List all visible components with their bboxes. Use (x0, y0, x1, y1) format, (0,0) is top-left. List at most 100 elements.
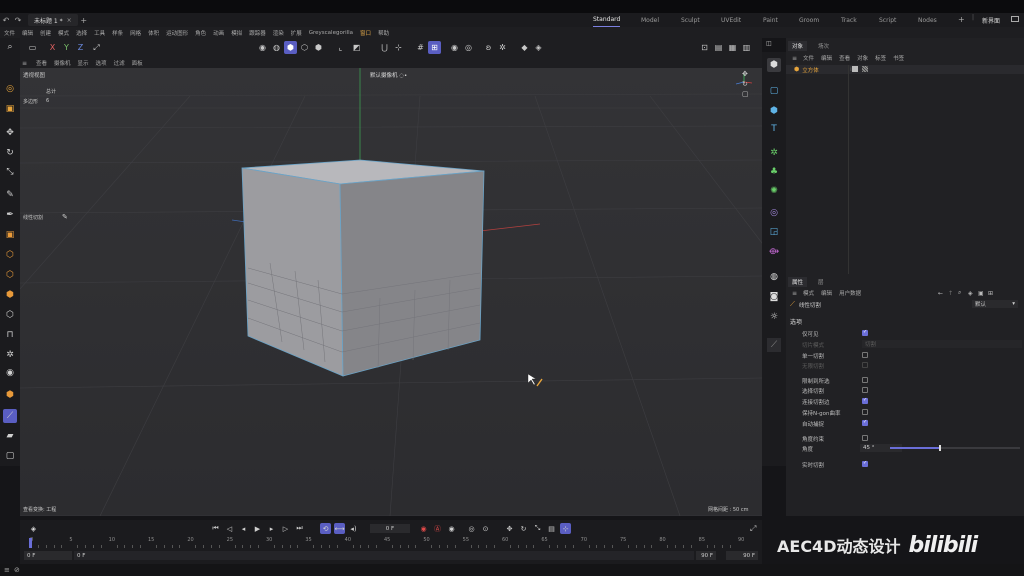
viewport[interactable]: 透视视图 默认摄像机 ◌• 总计 多边形 6 线性切割 ✎ 查看变换: 工程 网… (20, 68, 762, 516)
zoom-icon[interactable]: ▢ (742, 90, 756, 98)
viewport-menu-item-5[interactable]: 面板 (132, 59, 143, 67)
redshift-icon[interactable]: ◆ (518, 41, 531, 54)
object-menu-item-2[interactable]: 查看 (839, 54, 850, 62)
axis-x-button[interactable]: X (46, 41, 59, 54)
display-icon[interactable]: ◩ (350, 41, 363, 54)
attr-checkbox[interactable] (862, 435, 868, 441)
record-icon[interactable]: ◉ (418, 523, 429, 534)
workspace-tab-script[interactable]: Script (879, 13, 896, 27)
text-icon[interactable]: T (767, 122, 781, 136)
redo-icon[interactable]: ↷ (12, 14, 24, 26)
go-start-icon[interactable]: ⏮ (210, 523, 221, 534)
axis-y-button[interactable]: Y (60, 41, 73, 54)
corner-icon[interactable]: ⌞ (334, 41, 347, 54)
cube-primitive-icon[interactable]: ⬢ (767, 58, 781, 72)
attr-checkbox[interactable] (862, 460, 868, 467)
deformer-icon[interactable]: ✺ (767, 184, 781, 198)
settings-icon[interactable]: ⊞ (988, 290, 993, 297)
viewport-menu-item-3[interactable]: 选项 (96, 59, 107, 67)
attr-checkbox[interactable] (862, 409, 868, 415)
coords-icon[interactable]: ⤢ (90, 41, 103, 54)
document-tab[interactable]: 未标题 1 * × (28, 14, 78, 26)
workplane-snap-icon[interactable]: ⊞ (428, 41, 441, 54)
cube-edge-icon[interactable]: ⬡ (298, 41, 311, 54)
menu-item-14[interactable]: 渲染 (273, 29, 284, 37)
viewport-menu-icon[interactable]: ≡ (22, 60, 27, 67)
cube-object[interactable] (241, 159, 485, 377)
model-icon[interactable]: ▭ (26, 41, 39, 54)
grid-snap-icon[interactable]: # (414, 41, 427, 54)
menu-item-17[interactable]: 窗口 (360, 29, 371, 37)
prev-frame-icon[interactable]: ◂ (238, 523, 249, 534)
render-settings-icon[interactable]: ◎ (462, 41, 475, 54)
timeline-expand-icon[interactable]: ⤢ (750, 524, 756, 534)
back-arrow-icon[interactable]: ← (938, 290, 943, 297)
menu-item-5[interactable]: 工具 (94, 29, 105, 37)
search-icon-attr[interactable]: ⌕ (958, 289, 961, 297)
field-icon[interactable]: ◎ (767, 206, 781, 220)
next-key-icon[interactable]: ▷ (280, 523, 291, 534)
menu-item-13[interactable]: 跟踪器 (249, 29, 266, 37)
menu-item-2[interactable]: 创建 (40, 29, 51, 37)
menu-item-11[interactable]: 动画 (213, 29, 224, 37)
extrude-icon[interactable]: ▰ (3, 429, 17, 443)
close-tab-icon[interactable]: × (67, 17, 72, 24)
scale-icon[interactable]: ⤡ (3, 165, 17, 179)
play-icon[interactable]: ▶ (252, 523, 263, 534)
scale-key-icon[interactable]: ⤡ (532, 523, 543, 534)
workspace-tab-groom[interactable]: Groom (799, 13, 819, 27)
axis-z-button[interactable]: Z (74, 41, 87, 54)
orbit-icon[interactable]: ↻ (742, 80, 756, 88)
window-icon[interactable] (1011, 16, 1019, 22)
param-key-icon[interactable]: ▤ (546, 523, 557, 534)
material-tag-icon[interactable] (862, 66, 868, 72)
menu-item-0[interactable]: 文件 (4, 29, 15, 37)
menu-item-9[interactable]: 运动图形 (166, 29, 188, 37)
knife-tool-icon[interactable]: ⟋ (3, 409, 17, 423)
render-region2-icon[interactable]: ⊡ (698, 41, 711, 54)
menu-item-1[interactable]: 编辑 (22, 29, 33, 37)
menu-item-8[interactable]: 体积 (148, 29, 159, 37)
end-frame-field[interactable]: 90 F (726, 551, 758, 560)
viewport-solo-icon[interactable]: ◍ (270, 41, 283, 54)
bridge-icon[interactable]: ⊓ (3, 328, 17, 342)
magnet-icon[interactable]: ◉ (3, 366, 17, 380)
keyframe-mode-icon[interactable]: ◎ (466, 523, 477, 534)
live-selection-icon[interactable]: ◎ (3, 82, 17, 96)
object-mode-icon[interactable]: ▣ (3, 228, 17, 242)
workspace-tab-standard[interactable]: Standard (593, 13, 621, 27)
attr-checkbox[interactable] (862, 329, 868, 336)
attr-checkbox[interactable] (862, 419, 868, 426)
menu-item-15[interactable]: 扩展 (291, 29, 302, 37)
new-tab-button[interactable]: + (78, 14, 90, 26)
object-menu-item-4[interactable]: 标签 (875, 54, 886, 62)
auto-key-icon[interactable]: Ⓐ (432, 523, 443, 534)
menu-item-18[interactable]: 帮助 (378, 29, 389, 37)
attr-checkbox[interactable] (862, 352, 868, 358)
undo-icon[interactable]: ↶ (0, 14, 12, 26)
mograph-icon[interactable]: ✲ (767, 146, 781, 160)
polygons-mode-icon[interactable]: ⬢ (3, 288, 17, 302)
snap-icon[interactable]: ✲ (3, 348, 17, 362)
uv-mode-icon[interactable]: ⬡ (3, 308, 17, 322)
magnet-snap-icon[interactable]: ⋃ (378, 41, 391, 54)
keyframe-icon[interactable]: ◈ (28, 523, 39, 534)
tag-check-icon[interactable] (852, 66, 858, 72)
pla-key-icon[interactable]: ⊹ (560, 523, 571, 534)
object-menu-item-0[interactable]: 文件 (803, 54, 814, 62)
angle-slider-knob[interactable] (939, 445, 942, 451)
attr-checkbox[interactable] (862, 387, 868, 393)
loop-icon[interactable]: ⟲ (320, 523, 331, 534)
select-icon[interactable]: ▣ (3, 102, 17, 116)
camera-label[interactable]: 默认摄像机 ◌• (370, 71, 407, 79)
attr-menu-icon[interactable]: ≡ (792, 290, 797, 297)
new-attr-icon[interactable]: ▣ (978, 290, 984, 297)
object-menu-item-5[interactable]: 书签 (893, 54, 904, 62)
quantize-icon[interactable]: ⊹ (392, 41, 405, 54)
status-menu-icon[interactable]: ≡ (4, 566, 10, 574)
rotate-icon[interactable]: ↻ (3, 146, 17, 160)
workspace-tab-paint[interactable]: Paint (763, 13, 778, 27)
volume-icon[interactable]: ◲ (767, 225, 781, 239)
range-icon[interactable]: ⟷ (334, 523, 345, 534)
workspace-tab-uvedit[interactable]: UVEdit (721, 13, 741, 27)
